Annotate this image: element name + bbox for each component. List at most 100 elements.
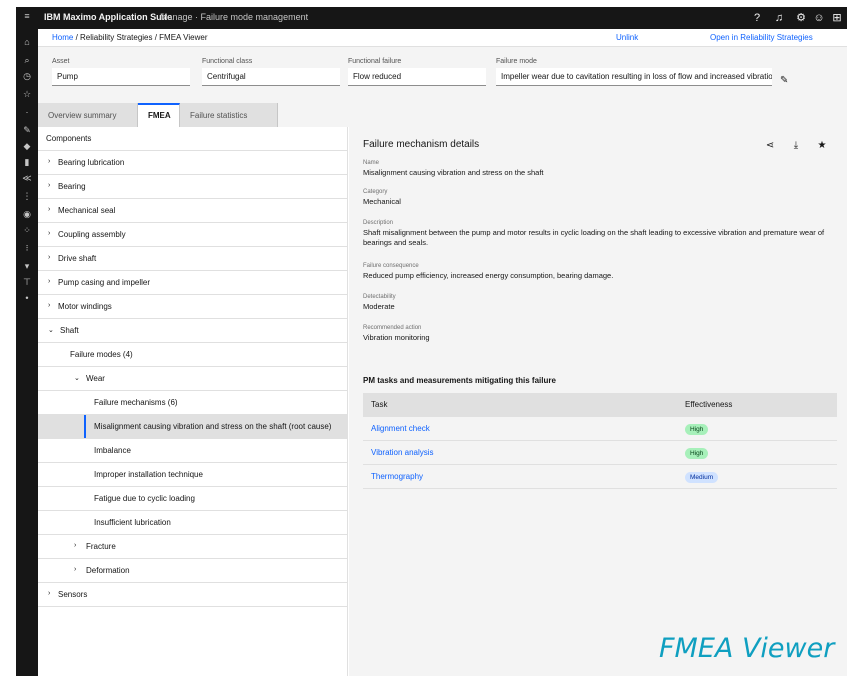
tree-row[interactable]: › Mechanical seal [38,199,347,223]
tree-row[interactable]: › Bearing lubrication [38,151,347,175]
tree-header: Components [38,127,347,151]
watermark-title: FMEA Viewer [659,633,835,664]
calendar-icon[interactable]: ≪ [22,173,32,183]
tree-row[interactable]: › Fracture [38,535,347,559]
chevron-right-icon: › [48,590,51,597]
filter-icon[interactable]: ⊤ [22,277,32,287]
failure-mode-label: Failure mode [496,58,537,65]
field-category: Category Mechanical [363,189,401,206]
recent-icon[interactable]: ◷ [22,71,32,81]
work-icon[interactable]: · [22,107,32,117]
chevron-down-icon: ⌄ [74,375,80,382]
favorites-icon[interactable]: ☆ [22,89,32,99]
asset-filter-input[interactable]: Pump [52,68,190,86]
tree-row[interactable]: Failure mechanisms (6) [38,391,347,415]
inventory-icon[interactable]: ◆ [22,141,32,151]
star-icon[interactable]: ★ [815,139,829,153]
chevron-right-icon: › [74,566,77,573]
app-rail: ≡ ⌂ ⌕ ◷ ☆ · ✎ ◆ ▮ ≪ ⋮ ◉ ⁘ ⁝ ▾ ⊤ • [16,7,38,676]
tab-failure-statistics[interactable]: Failure statistics [180,103,278,127]
breadcrumb-home[interactable]: Home [52,33,73,42]
chevron-right-icon: › [48,182,51,189]
open-strategies-link[interactable]: Open in Reliability Strategies [710,33,813,42]
tree-row[interactable]: › Bearing [38,175,347,199]
user-icon[interactable]: ☺ [812,11,826,25]
effectiveness-tag: High [685,424,709,435]
chevron-right-icon: › [48,230,51,237]
task-link[interactable]: Alignment check [371,424,430,433]
asset-filter-label: Asset [52,58,70,65]
pm-tasks-table: Task Effectiveness Alignment check High … [363,393,837,489]
functional-class-label: Functional class [202,58,253,65]
product-name: IBM Maximo Application Suite [44,12,173,22]
tab-fmea[interactable]: FMEA [138,103,180,127]
edit-icon[interactable]: ✎ [780,75,788,86]
tree-row[interactable]: › Deformation [38,559,347,583]
breadcrumb: Home / Reliability Strategies / FMEA Vie… [38,29,847,47]
column-header-task: Task [371,400,388,409]
settings-rail-icon[interactable]: ⁘ [22,225,32,235]
module-name: Manage · Failure mode management [160,12,309,22]
tab-overview[interactable]: Overview summary [38,103,138,127]
admin-icon[interactable]: ⋮ [22,191,32,201]
tree-row[interactable]: Failure modes (4) [38,343,347,367]
effectiveness-tag: High [685,448,709,459]
notification-icon[interactable]: ♫ [772,11,786,25]
functional-class-filter: Functional class Centrifugal [202,58,340,86]
integration-icon[interactable]: ▾ [22,261,32,271]
tree-row[interactable]: Fatigue due to cyclic loading [38,487,347,511]
chevron-right-icon: › [48,254,51,261]
failure-mode-input[interactable]: Impeller wear due to cavitation resultin… [496,68,772,86]
detail-panel: Failure mechanism details ⋖ ⤓ ★ Name Mis… [349,127,847,676]
tree-row[interactable]: › Pump casing and impeller [38,271,347,295]
tree-row[interactable]: ⌄ Shaft [38,319,347,343]
pm-table-title: PM tasks and measurements mitigating thi… [363,376,556,385]
tree-row[interactable]: › Coupling assembly [38,223,347,247]
chevron-right-icon: › [74,542,77,549]
asset-filter: Asset Pump [52,58,190,86]
tree-row[interactable]: Imbalance [38,439,347,463]
tools-icon[interactable]: ◉ [22,209,32,219]
failure-mode-filter: Failure mode Impeller wear due to cavita… [496,58,772,86]
search-icon[interactable]: ⌕ [22,55,32,65]
download-icon[interactable]: ⤓ [789,139,803,153]
chevron-right-icon: › [48,206,51,213]
table-row: Vibration analysis High [363,441,837,465]
field-name: Name Misalignment causing vibration and … [363,160,544,177]
tree-row-selected[interactable]: Misalignment causing vibration and stres… [38,415,347,439]
more-icon[interactable]: • [22,293,32,303]
column-header-effectiveness: Effectiveness [685,400,733,409]
functional-failure-label: Functional failure [348,58,402,65]
reports-icon[interactable]: ▮ [22,157,32,167]
assets-icon[interactable]: ✎ [22,125,32,135]
task-link[interactable]: Vibration analysis [371,448,434,457]
menu-icon[interactable]: ≡ [22,11,32,21]
tree-row[interactable]: Improper installation technique [38,463,347,487]
unlink-link[interactable]: Unlink [616,33,638,42]
component-tree: Components › Bearing lubrication › Bearing… [38,127,348,676]
tree-row[interactable]: › Motor windings [38,295,347,319]
filter-bar: Asset Pump Functional class Centrifugal … [38,47,847,103]
top-header: IBM Maximo Application Suite Manage · Fa… [38,7,847,29]
table-row: Alignment check High [363,417,837,441]
functional-class-input[interactable]: Centrifugal [202,68,340,86]
chevron-right-icon: › [48,158,51,165]
tree-row[interactable]: › Drive shaft [38,247,347,271]
chevron-right-icon: › [48,278,51,285]
tree-row[interactable]: › Sensors [38,583,347,607]
tree-row[interactable]: ⌄ Wear [38,367,347,391]
field-description: Description Shaft misalignment between t… [363,220,825,247]
settings-icon[interactable]: ⚙ [794,11,808,25]
tree-row[interactable]: Insufficient lubrication [38,511,347,535]
users-icon[interactable]: ⁝ [22,243,32,253]
chevron-right-icon: › [48,302,51,309]
help-icon[interactable]: ? [750,11,764,25]
home-icon[interactable]: ⌂ [22,37,32,47]
breadcrumb-trail: / Reliability Strategies / FMEA Viewer [75,33,208,42]
app-switcher-icon[interactable]: ⊞ [830,11,844,25]
share-icon[interactable]: ⋖ [763,139,777,153]
field-consequence: Failure consequence Reduced pump efficie… [363,263,614,280]
functional-failure-input[interactable]: Flow reduced [348,68,486,86]
table-row: Thermography Medium [363,465,837,489]
task-link[interactable]: Thermography [371,472,423,481]
